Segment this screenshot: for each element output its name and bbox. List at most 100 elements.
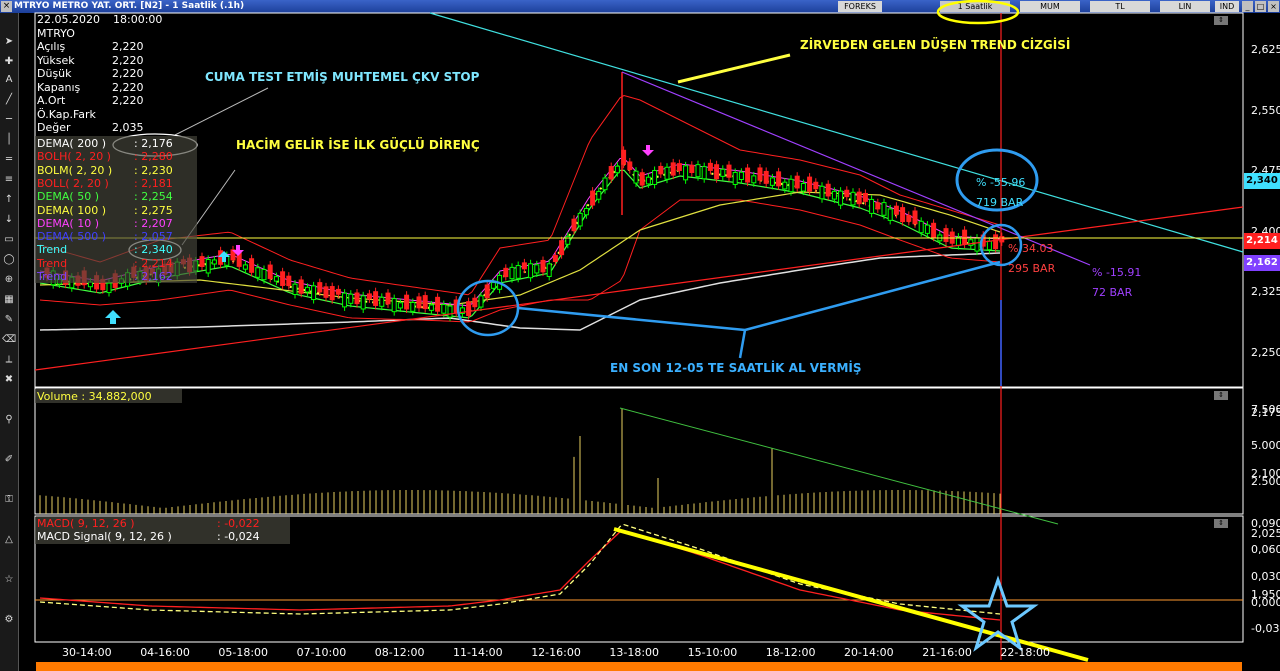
candle-body [435, 296, 441, 312]
candle-body [670, 162, 676, 176]
macd-label: MACD( 9, 12, 26 ) [37, 517, 135, 530]
macd-tick: 0,030 [1251, 569, 1280, 583]
candle-body [887, 208, 893, 221]
info-value: 2,220 [112, 53, 144, 67]
candle-body [317, 282, 323, 293]
indicator-label: BOLL( 2, 20 ) [37, 176, 109, 190]
candle-body [645, 176, 651, 185]
time-tick: 20-14:00 [844, 646, 894, 659]
macd-value: : -0,022 [217, 517, 260, 530]
info-label: Açılış [37, 40, 66, 53]
indicator-label: DEMA( 100 ) [37, 203, 107, 217]
candle-body [707, 162, 713, 171]
time-tick: 21-16:00 [922, 646, 972, 659]
volume-panel-border [34, 387, 1244, 515]
candle-body [788, 178, 794, 193]
indicator-label: DEMA( 200 ) [37, 137, 107, 150]
time-tick: 15-10:00 [687, 646, 738, 659]
info-label: Kapanış [37, 80, 81, 94]
price-tick: 2,625 [1251, 43, 1280, 56]
candle-body [757, 167, 763, 181]
candle-body [782, 181, 788, 190]
annotation-cuma: CUMA TEST ETMİŞ MUHTEMEL ÇKV STOP [205, 70, 480, 84]
time-tick: 08-12:00 [374, 646, 425, 659]
candle-body [559, 240, 565, 256]
indicator-value: : 2,214 [134, 256, 173, 270]
candle-body [676, 163, 682, 171]
red-trend-pct: % 34.03 [1008, 242, 1054, 255]
price-tag: 2,214 [1244, 233, 1280, 249]
candle-body [769, 177, 775, 186]
candle-body [441, 304, 447, 314]
macd-tick: 0,060 [1251, 543, 1280, 557]
candle-body [373, 291, 379, 306]
sell-arrow-icon [642, 145, 654, 156]
macd-panel-button[interactable]: ⇕ [1214, 519, 1228, 528]
indicator-value: : 2,230 [134, 163, 173, 177]
candle-body [869, 198, 875, 214]
candle-body [745, 167, 751, 183]
price-chart[interactable] [0, 0, 1280, 671]
candle-body [918, 220, 924, 234]
candle-body [906, 214, 912, 222]
candle-body [751, 175, 757, 184]
horizontal-scrollbar[interactable] [36, 662, 1242, 671]
candle-body [366, 293, 372, 300]
purple-trend-pct: % -15.91 [1092, 266, 1142, 279]
indicator-label: DEMA( 500 ) [37, 230, 107, 244]
candle-body [881, 202, 887, 216]
candle-body [794, 175, 800, 189]
candle-body [534, 264, 540, 274]
scroll-right-icon[interactable]: ▶ [1232, 661, 1242, 671]
candle-body [490, 282, 496, 289]
info-label: Ö.Kap.Fark [37, 107, 96, 121]
indicator-value: : 2,275 [134, 203, 173, 217]
candle-body [614, 165, 620, 174]
candle-body [342, 292, 348, 308]
candle-body [335, 288, 341, 295]
candle-body [726, 164, 732, 178]
indicator-label: DEMA( 50 ) [37, 190, 100, 204]
candle-body [286, 275, 292, 287]
candle-body [590, 190, 596, 206]
time-tick: 12-16:00 [531, 646, 581, 659]
candle-body [521, 262, 527, 270]
price-tag: 2,340 [1244, 173, 1280, 189]
annotation-en-son: EN SON 12-05 TE SAATLİK AL VERMİŞ [610, 361, 862, 375]
candle-body [404, 294, 410, 310]
price-panel-button[interactable]: ⇕ [1214, 16, 1228, 25]
indicator-label: Trend [37, 243, 68, 257]
candle-body [528, 263, 534, 279]
info-label: Değer [37, 121, 71, 134]
indicator-value: : 2,340 [134, 243, 173, 257]
candle-body [776, 171, 782, 187]
candle-body [267, 264, 273, 279]
candle-body [466, 301, 472, 317]
indicator-value: : 2,254 [134, 190, 173, 204]
candle-body [683, 165, 689, 181]
annotation-pointer-blue [517, 306, 746, 332]
annotation-hacim: HACİM GELİR İSE İLK GÜÇLÜ DİRENÇ [236, 138, 480, 152]
annotation-pointer-blue [738, 329, 747, 359]
candle-body [893, 205, 899, 215]
info-date: 22.05.2020 [37, 13, 100, 26]
price-tick: 2,250 [1251, 345, 1280, 359]
indicator-value: : 2,207 [134, 216, 173, 230]
candle-body [447, 305, 453, 318]
indicator-value: : 2,162 [134, 270, 173, 283]
candle-body [311, 285, 317, 301]
time-tick: 07-10:00 [296, 646, 347, 659]
price-tag: 2,162 [1244, 255, 1280, 271]
indicator-label: DEMA( 10 ) [37, 216, 100, 230]
candle-body [292, 283, 298, 295]
candle-body [850, 191, 856, 206]
candle-body [924, 224, 930, 234]
macd-signal-label: MACD Signal( 9, 12, 26 ) [37, 530, 172, 543]
volume-panel-button[interactable]: ⇕ [1214, 391, 1228, 400]
time-tick: 13-18:00 [609, 646, 660, 659]
candle-body [986, 240, 992, 251]
candle-body [106, 282, 112, 294]
candle-body [993, 234, 999, 250]
info-label: A.Ort [37, 94, 66, 107]
time-tick: 04-16:00 [140, 646, 190, 659]
